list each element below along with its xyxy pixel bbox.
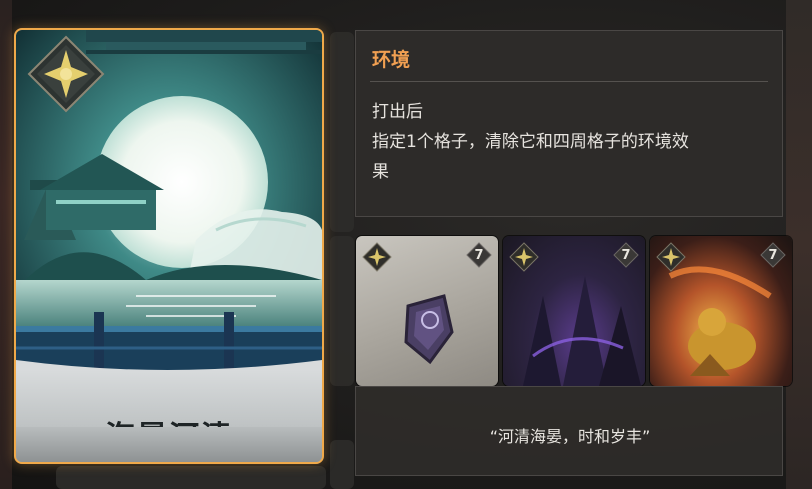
background-card [330,440,354,489]
board-card[interactable]: 7 [650,236,792,386]
cost-badge: 7 [760,242,786,268]
flavor-text: “河清海晏，时和岁丰” [489,427,651,446]
tooltip-effect-line-1: 指定1个格子，清除它和四周格子的环境效 [372,132,689,152]
game-board: 7 7 7 环境 打出后 指定1个格子，清除它和四周格子的环境效 果 “河清海晏… [0,0,812,489]
cost-badge: 7 [466,242,492,268]
cost-value: 7 [768,247,778,263]
cost-value: 7 [474,247,484,263]
flavor-text-panel: “河清海晏，时和岁丰” [355,386,783,476]
tooltip-divider [370,81,768,82]
selected-card[interactable]: 海晏河清 [14,28,324,464]
cost-value: 7 [621,247,631,263]
type-emblem-icon [27,35,105,113]
type-emblem-icon [362,242,392,272]
board-card[interactable]: 7 [503,236,645,386]
board-edge-left [0,0,12,489]
background-card [330,236,354,386]
tooltip-trigger: 打出后 [372,102,423,122]
type-emblem-icon [509,242,539,272]
tooltip-title: 环境 [372,49,411,71]
background-card [56,466,326,489]
card-footer [16,427,322,462]
background-card [330,32,354,232]
type-emblem-icon [656,242,686,272]
tooltip-effect-line-2: 果 [372,162,389,182]
board-card[interactable]: 7 [356,236,498,386]
cost-badge: 7 [613,242,639,268]
card-tooltip: 环境 打出后 指定1个格子，清除它和四周格子的环境效 果 [355,30,783,217]
